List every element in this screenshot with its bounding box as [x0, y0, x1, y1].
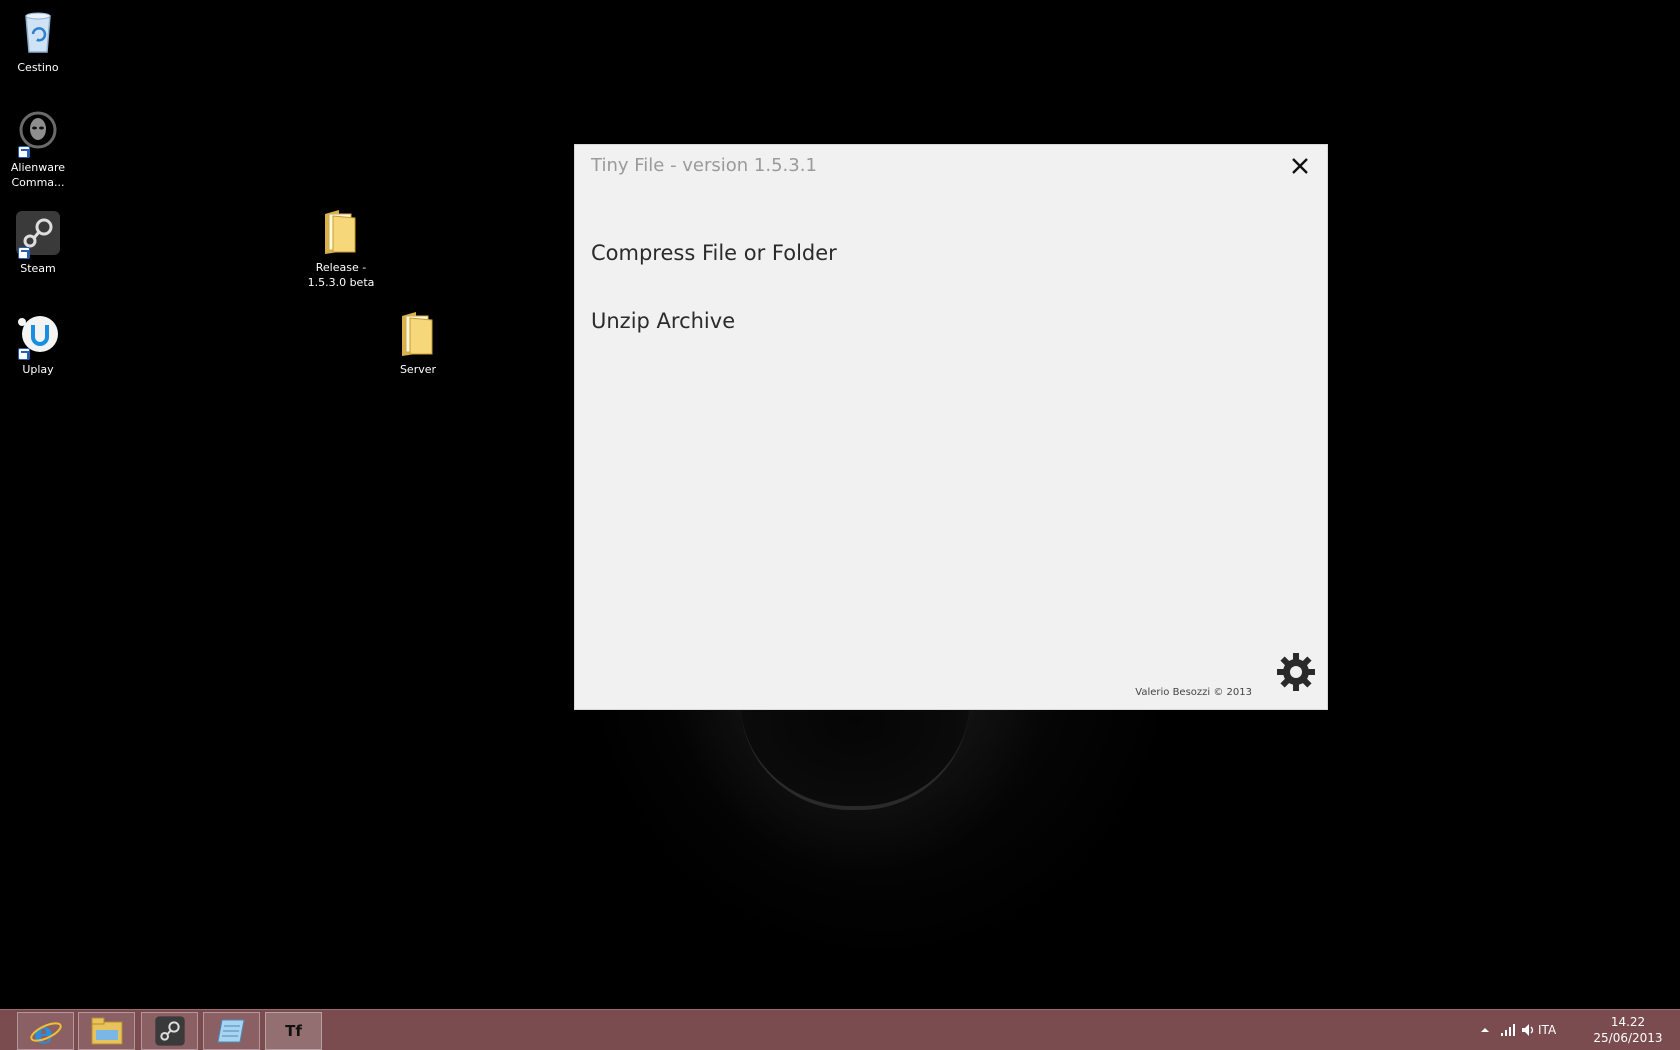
tiny-file-icon: Tf	[285, 1022, 302, 1040]
taskbar-file-explorer[interactable]	[78, 1012, 135, 1050]
desktop-icon-server-folder[interactable]: Server	[380, 310, 456, 377]
desktop-icon-label: Cestino	[17, 61, 59, 74]
folder-icon	[394, 310, 442, 358]
input-language-indicator[interactable]: ITA	[1538, 1023, 1556, 1037]
desktop-icon-recycle-bin[interactable]: Cestino	[0, 8, 76, 75]
settings-button[interactable]	[1275, 651, 1317, 693]
desktop-icon-alienware[interactable]: Alienware Comma...	[0, 108, 76, 190]
system-tray: ITA 14.22 25/06/2013	[1450, 1010, 1680, 1050]
shortcut-arrow-icon	[18, 348, 30, 360]
notepad-icon	[216, 1019, 245, 1043]
wallpaper-face-shape	[740, 700, 970, 810]
taskbar-tiny-file[interactable]: Tf	[265, 1012, 322, 1050]
window-title: Tiny File - version 1.5.3.1	[591, 155, 817, 176]
desktop-icon-label: Alienware Comma...	[10, 161, 66, 189]
desktop-icon-label: Uplay	[22, 363, 54, 376]
alienware-command-icon	[14, 108, 62, 158]
compress-file-or-folder-link[interactable]: Compress File or Folder	[591, 241, 837, 265]
copyright-text: Valerio Besozzi © 2013	[1135, 687, 1252, 698]
folder-icon	[317, 208, 365, 256]
show-hidden-icons-icon[interactable]	[1480, 1025, 1490, 1035]
network-icon[interactable]	[1500, 1023, 1516, 1037]
shortcut-arrow-icon	[18, 247, 30, 259]
uplay-icon	[14, 310, 62, 360]
desktop-icon-label: Server	[399, 363, 437, 376]
tiny-file-window: Tiny File - version 1.5.3.1 Compress Fil…	[575, 145, 1327, 709]
volume-icon[interactable]	[1520, 1022, 1536, 1038]
gear-icon	[1277, 653, 1315, 691]
desktop-icon-uplay[interactable]: Uplay	[0, 310, 76, 377]
internet-explorer-icon: e	[29, 1016, 62, 1047]
desktop-icon-label: Steam	[20, 262, 56, 275]
close-button[interactable]	[1287, 153, 1313, 179]
taskbar-internet-explorer[interactable]: e	[17, 1012, 74, 1050]
recycle-bin-icon	[14, 8, 62, 56]
clock-time: 14.22	[1610, 1015, 1646, 1029]
desktop-icon-release-folder[interactable]: Release - 1.5.3.0 beta	[303, 208, 379, 290]
steam-icon	[154, 1016, 185, 1046]
file-explorer-icon	[91, 1017, 122, 1045]
clock[interactable]: 14.22 25/06/2013	[1588, 1014, 1668, 1046]
unzip-archive-link[interactable]: Unzip Archive	[591, 309, 735, 333]
shortcut-arrow-icon	[18, 146, 30, 158]
close-icon	[1292, 158, 1308, 174]
desktop-icon-label: Release - 1.5.3.0 beta	[307, 261, 375, 289]
steam-icon	[14, 209, 62, 259]
taskbar-steam[interactable]	[141, 1012, 198, 1050]
desktop-icon-steam[interactable]: Steam	[0, 209, 76, 276]
clock-date: 25/06/2013	[1593, 1031, 1663, 1045]
taskbar: e Tf ITA 14.22 25/06/2013	[0, 1009, 1680, 1050]
taskbar-notepad[interactable]	[203, 1012, 260, 1050]
